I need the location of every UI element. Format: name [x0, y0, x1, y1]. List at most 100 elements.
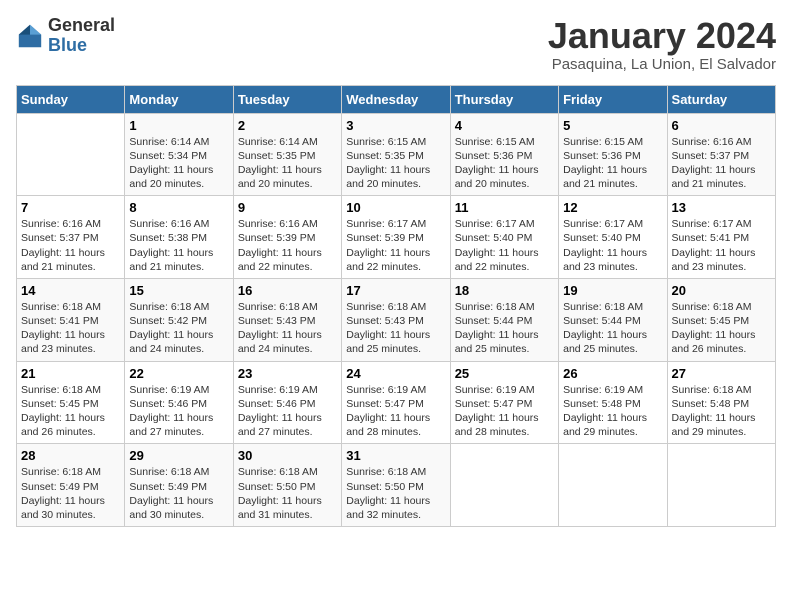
calendar-cell: 28 Sunrise: 6:18 AMSunset: 5:49 PMDayligh… [17, 444, 125, 527]
calendar-cell: 10Sunrise: 6:17 AMSunset: 5:39 PMDayligh… [342, 196, 450, 279]
calendar-cell: 2 Sunrise: 6:14 AMSunset: 5:35 PMDaylight… [233, 113, 341, 196]
weekday-header-friday: Friday [559, 85, 667, 113]
calendar-week-row: 7 Sunrise: 6:16 AMSunset: 5:37 PMDaylight… [17, 196, 776, 279]
calendar-cell [559, 444, 667, 527]
day-info: Sunrise: 6:19 AMSunset: 5:46 PMDaylight:… [129, 383, 228, 440]
day-number: 21 [21, 366, 120, 381]
day-number: 3 [346, 118, 445, 133]
weekday-header-wednesday: Wednesday [342, 85, 450, 113]
weekday-header-monday: Monday [125, 85, 233, 113]
calendar-cell: 15Sunrise: 6:18 AMSunset: 5:42 PMDayligh… [125, 278, 233, 361]
calendar-week-row: 28 Sunrise: 6:18 AMSunset: 5:49 PMDayligh… [17, 444, 776, 527]
day-info: Sunrise: 6:19 AMSunset: 5:47 PMDaylight:… [455, 383, 554, 440]
weekday-header-row: SundayMondayTuesdayWednesdayThursdayFrid… [17, 85, 776, 113]
calendar-cell: 23 Sunrise: 6:19 AMSunset: 5:46 PMDayligh… [233, 361, 341, 444]
day-info: Sunrise: 6:19 AMSunset: 5:48 PMDaylight:… [563, 383, 662, 440]
calendar-cell: 30 Sunrise: 6:18 AMSunset: 5:50 PMDayligh… [233, 444, 341, 527]
logo-general: General [48, 15, 115, 35]
day-info: Sunrise: 6:19 AMSunset: 5:46 PMDaylight:… [238, 383, 337, 440]
weekday-header-thursday: Thursday [450, 85, 558, 113]
day-number: 9 [238, 200, 337, 215]
calendar-cell: 14Sunrise: 6:18 AMSunset: 5:41 PMDayligh… [17, 278, 125, 361]
day-number: 4 [455, 118, 554, 133]
calendar-title: January 2024 [548, 16, 776, 56]
weekday-header-sunday: Sunday [17, 85, 125, 113]
calendar-cell [17, 113, 125, 196]
calendar-cell: 31 Sunrise: 6:18 AMSunset: 5:50 PMDayligh… [342, 444, 450, 527]
title-area: January 2024 Pasaquina, La Union, El Sal… [548, 16, 776, 73]
weekday-header-saturday: Saturday [667, 85, 775, 113]
day-info: Sunrise: 6:16 AMSunset: 5:38 PMDaylight:… [129, 217, 228, 274]
day-info: Sunrise: 6:14 AMSunset: 5:34 PMDaylight:… [129, 135, 228, 192]
calendar-cell: 17Sunrise: 6:18 AMSunset: 5:43 PMDayligh… [342, 278, 450, 361]
calendar-cell: 19 Sunrise: 6:18 AMSunset: 5:44 PMDayligh… [559, 278, 667, 361]
day-info: Sunrise: 6:18 AMSunset: 5:43 PMDaylight:… [238, 300, 337, 357]
calendar-cell: 16Sunrise: 6:18 AMSunset: 5:43 PMDayligh… [233, 278, 341, 361]
day-info: Sunrise: 6:19 AMSunset: 5:47 PMDaylight:… [346, 383, 445, 440]
day-info: Sunrise: 6:16 AMSunset: 5:37 PMDaylight:… [21, 217, 120, 274]
day-number: 29 [129, 448, 228, 463]
calendar-cell [450, 444, 558, 527]
day-number: 25 [455, 366, 554, 381]
day-info: Sunrise: 6:18 AMSunset: 5:50 PMDaylight:… [238, 465, 337, 522]
day-info: Sunrise: 6:15 AMSunset: 5:36 PMDaylight:… [563, 135, 662, 192]
day-number: 23 [238, 366, 337, 381]
calendar-cell: 27Sunrise: 6:18 AMSunset: 5:48 PMDayligh… [667, 361, 775, 444]
day-info: Sunrise: 6:18 AMSunset: 5:49 PMDaylight:… [21, 465, 120, 522]
day-info: Sunrise: 6:16 AMSunset: 5:37 PMDaylight:… [672, 135, 771, 192]
day-number: 28 [21, 448, 120, 463]
day-number: 24 [346, 366, 445, 381]
calendar-cell: 25 Sunrise: 6:19 AMSunset: 5:47 PMDayligh… [450, 361, 558, 444]
day-info: Sunrise: 6:17 AMSunset: 5:40 PMDaylight:… [455, 217, 554, 274]
calendar-cell: 7 Sunrise: 6:16 AMSunset: 5:37 PMDaylight… [17, 196, 125, 279]
day-info: Sunrise: 6:18 AMSunset: 5:41 PMDaylight:… [21, 300, 120, 357]
weekday-header-tuesday: Tuesday [233, 85, 341, 113]
day-info: Sunrise: 6:14 AMSunset: 5:35 PMDaylight:… [238, 135, 337, 192]
day-number: 20 [672, 283, 771, 298]
calendar-week-row: 14Sunrise: 6:18 AMSunset: 5:41 PMDayligh… [17, 278, 776, 361]
calendar-cell: 3 Sunrise: 6:15 AMSunset: 5:35 PMDaylight… [342, 113, 450, 196]
calendar-cell: 18Sunrise: 6:18 AMSunset: 5:44 PMDayligh… [450, 278, 558, 361]
calendar-cell: 26 Sunrise: 6:19 AMSunset: 5:48 PMDayligh… [559, 361, 667, 444]
day-info: Sunrise: 6:15 AMSunset: 5:35 PMDaylight:… [346, 135, 445, 192]
day-number: 2 [238, 118, 337, 133]
day-number: 10 [346, 200, 445, 215]
calendar-cell: 12Sunrise: 6:17 AMSunset: 5:40 PMDayligh… [559, 196, 667, 279]
calendar-cell: 11 Sunrise: 6:17 AMSunset: 5:40 PMDayligh… [450, 196, 558, 279]
calendar-cell: 29Sunrise: 6:18 AMSunset: 5:49 PMDayligh… [125, 444, 233, 527]
day-number: 8 [129, 200, 228, 215]
logo-blue: Blue [48, 35, 87, 55]
day-info: Sunrise: 6:15 AMSunset: 5:36 PMDaylight:… [455, 135, 554, 192]
calendar-week-row: 1 Sunrise: 6:14 AMSunset: 5:34 PMDaylight… [17, 113, 776, 196]
calendar-cell: 13 Sunrise: 6:17 AMSunset: 5:41 PMDayligh… [667, 196, 775, 279]
day-number: 30 [238, 448, 337, 463]
calendar-cell: 6 Sunrise: 6:16 AMSunset: 5:37 PMDaylight… [667, 113, 775, 196]
day-info: Sunrise: 6:18 AMSunset: 5:44 PMDaylight:… [563, 300, 662, 357]
calendar-week-row: 21Sunrise: 6:18 AMSunset: 5:45 PMDayligh… [17, 361, 776, 444]
day-number: 19 [563, 283, 662, 298]
day-info: Sunrise: 6:18 AMSunset: 5:50 PMDaylight:… [346, 465, 445, 522]
calendar-cell: 24 Sunrise: 6:19 AMSunset: 5:47 PMDayligh… [342, 361, 450, 444]
day-number: 27 [672, 366, 771, 381]
calendar-table: SundayMondayTuesdayWednesdayThursdayFrid… [16, 85, 776, 527]
day-info: Sunrise: 6:16 AMSunset: 5:39 PMDaylight:… [238, 217, 337, 274]
day-number: 15 [129, 283, 228, 298]
day-number: 1 [129, 118, 228, 133]
day-number: 13 [672, 200, 771, 215]
day-info: Sunrise: 6:18 AMSunset: 5:43 PMDaylight:… [346, 300, 445, 357]
calendar-cell: 22 Sunrise: 6:19 AMSunset: 5:46 PMDayligh… [125, 361, 233, 444]
calendar-cell: 1 Sunrise: 6:14 AMSunset: 5:34 PMDaylight… [125, 113, 233, 196]
day-number: 7 [21, 200, 120, 215]
calendar-cell: 20Sunrise: 6:18 AMSunset: 5:45 PMDayligh… [667, 278, 775, 361]
day-number: 26 [563, 366, 662, 381]
day-number: 5 [563, 118, 662, 133]
calendar-cell: 5 Sunrise: 6:15 AMSunset: 5:36 PMDaylight… [559, 113, 667, 196]
day-number: 6 [672, 118, 771, 133]
day-number: 22 [129, 366, 228, 381]
day-info: Sunrise: 6:17 AMSunset: 5:41 PMDaylight:… [672, 217, 771, 274]
logo-icon [16, 22, 44, 50]
day-number: 31 [346, 448, 445, 463]
day-number: 11 [455, 200, 554, 215]
header: General Blue January 2024 Pasaquina, La … [16, 16, 776, 73]
calendar-body: 1 Sunrise: 6:14 AMSunset: 5:34 PMDaylight… [17, 113, 776, 526]
